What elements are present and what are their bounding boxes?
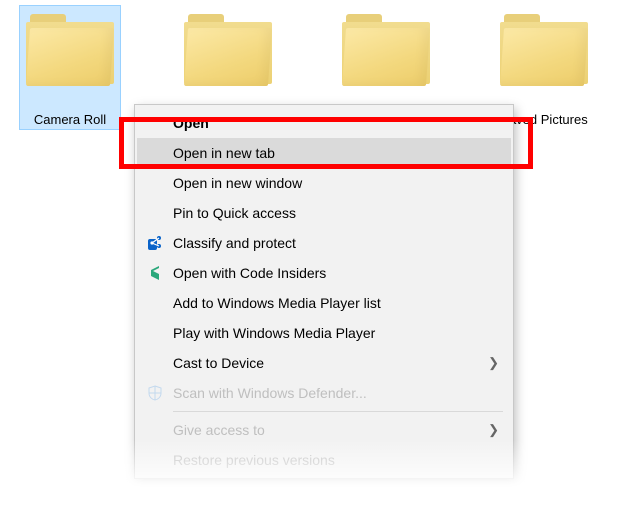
- menu-item[interactable]: Cast to Device❯: [137, 348, 511, 378]
- menu-item-label: Give access to: [167, 422, 488, 438]
- menu-item-label: Restore previous versions: [167, 452, 499, 468]
- defender-icon: [143, 385, 167, 401]
- menu-item[interactable]: Classify and protect: [137, 228, 511, 258]
- menu-item[interactable]: Pin to Quick access: [137, 198, 511, 228]
- menu-item-label: Scan with Windows Defender...: [167, 385, 499, 401]
- menu-item[interactable]: Play with Windows Media Player: [137, 318, 511, 348]
- chevron-right-icon: ❯: [488, 355, 499, 371]
- share-blue-icon: [143, 235, 167, 251]
- context-menu: Open Open in new tab Open in new window Pin…: [134, 104, 514, 479]
- menu-item[interactable]: Give access to❯: [137, 415, 511, 445]
- folder-label: Camera Roll: [34, 112, 106, 127]
- menu-item[interactable]: Restore previous versions: [137, 445, 511, 475]
- menu-item-label: Classify and protect: [167, 235, 499, 251]
- folder-item[interactable]: Camera Roll: [20, 6, 120, 129]
- folder-icon: [184, 14, 272, 84]
- menu-item-label: Play with Windows Media Player: [167, 325, 499, 341]
- code-green-icon: [143, 265, 167, 281]
- menu-item[interactable]: Open in new tab: [137, 138, 511, 168]
- menu-item-label: Add to Windows Media Player list: [167, 295, 499, 311]
- folder-icon: [500, 14, 588, 84]
- menu-item-label: Pin to Quick access: [167, 205, 499, 221]
- menu-item-label: Cast to Device: [167, 355, 488, 371]
- menu-item-label: Open in new window: [167, 175, 499, 191]
- folder-icon: [26, 14, 114, 84]
- menu-item[interactable]: Add to Windows Media Player list: [137, 288, 511, 318]
- menu-item[interactable]: Open in new window: [137, 168, 511, 198]
- menu-item[interactable]: Open: [137, 108, 511, 138]
- menu-item-label: Open in new tab: [167, 145, 499, 161]
- menu-item-label: Open with Code Insiders: [167, 265, 499, 281]
- menu-item[interactable]: Scan with Windows Defender...: [137, 378, 511, 408]
- menu-item-label: Open: [167, 115, 499, 131]
- chevron-right-icon: ❯: [488, 422, 499, 438]
- folder-icon: [342, 14, 430, 84]
- menu-separator: [173, 411, 503, 412]
- menu-item[interactable]: Open with Code Insiders: [137, 258, 511, 288]
